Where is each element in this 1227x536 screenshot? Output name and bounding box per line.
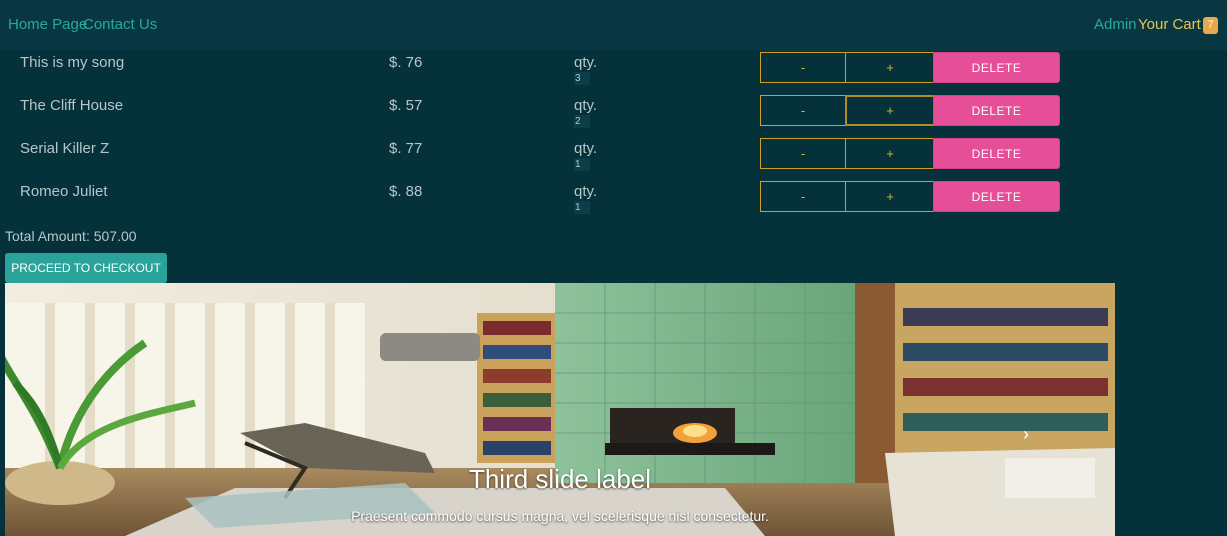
top-navbar: Home Page Contact Us Admin Your Cart 7 bbox=[0, 0, 1227, 51]
image-carousel: › Third slide label Praesent commodo cur… bbox=[5, 283, 1115, 536]
nav-contact-link[interactable]: Contact Us bbox=[83, 15, 157, 35]
delete-item-button[interactable]: DELETE bbox=[933, 181, 1060, 212]
cart-row: The Cliff House $. 57 qty. 2 - + DELETE bbox=[0, 95, 1227, 128]
increase-qty-button[interactable]: + bbox=[845, 52, 935, 83]
qty-label: qty. bbox=[574, 97, 598, 114]
delete-item-button[interactable]: DELETE bbox=[933, 52, 1060, 83]
qty-value: 1 bbox=[574, 201, 590, 214]
item-title: Serial Killer Z bbox=[20, 140, 110, 157]
increase-qty-button[interactable]: + bbox=[845, 95, 935, 126]
slide-caption-text: Praesent commodo cursus magna, vel scele… bbox=[351, 508, 769, 524]
decrease-qty-button[interactable]: - bbox=[760, 95, 846, 126]
delete-item-button[interactable]: DELETE bbox=[933, 95, 1060, 126]
total-amount: Total Amount: 507.00 bbox=[5, 228, 137, 244]
nav-admin-link[interactable]: Admin bbox=[1094, 15, 1137, 35]
qty-value: 1 bbox=[574, 158, 590, 171]
proceed-to-checkout-button[interactable]: PROCEED TO CHECKOUT bbox=[5, 253, 167, 283]
item-price: $. 57 bbox=[389, 97, 423, 114]
cart-row: Romeo Juliet $. 88 qty. 1 - + DELETE bbox=[0, 181, 1227, 214]
chevron-right-icon[interactable]: › bbox=[1023, 423, 1043, 445]
qty-label: qty. bbox=[574, 54, 598, 71]
left-bookshelf bbox=[477, 313, 557, 463]
increase-qty-button[interactable]: + bbox=[845, 181, 935, 212]
qty-label: qty. bbox=[574, 140, 598, 157]
right-bookshelf bbox=[895, 283, 1115, 453]
nav-cart-link[interactable]: Your Cart bbox=[1138, 15, 1201, 35]
item-title: The Cliff House bbox=[20, 97, 124, 114]
cart-row: Serial Killer Z $. 77 qty. 1 - + DELETE bbox=[0, 138, 1227, 171]
nav-home-link[interactable]: Home Page bbox=[8, 15, 87, 35]
item-price: $. 76 bbox=[389, 54, 423, 71]
item-price: $. 88 bbox=[389, 183, 423, 200]
increase-qty-button[interactable]: + bbox=[845, 138, 935, 169]
cart-row: This is my song $. 76 qty. 3 - + DELETE bbox=[0, 52, 1227, 85]
qty-value: 2 bbox=[574, 115, 590, 128]
item-title: Romeo Juliet bbox=[20, 183, 108, 200]
decrease-qty-button[interactable]: - bbox=[760, 138, 846, 169]
item-title: This is my song bbox=[20, 54, 125, 71]
pendant-lamp bbox=[380, 333, 480, 361]
qty-value: 3 bbox=[574, 72, 590, 85]
decrease-qty-button[interactable]: - bbox=[760, 52, 846, 83]
living-room-slide-image bbox=[5, 283, 1115, 536]
slide-caption-title: Third slide label bbox=[468, 464, 652, 494]
delete-item-button[interactable]: DELETE bbox=[933, 138, 1060, 169]
decrease-qty-button[interactable]: - bbox=[760, 181, 846, 212]
fireplace bbox=[610, 408, 735, 446]
cart-count-badge: 7 bbox=[1203, 17, 1218, 34]
item-price: $. 77 bbox=[389, 140, 423, 157]
qty-label: qty. bbox=[574, 183, 598, 200]
